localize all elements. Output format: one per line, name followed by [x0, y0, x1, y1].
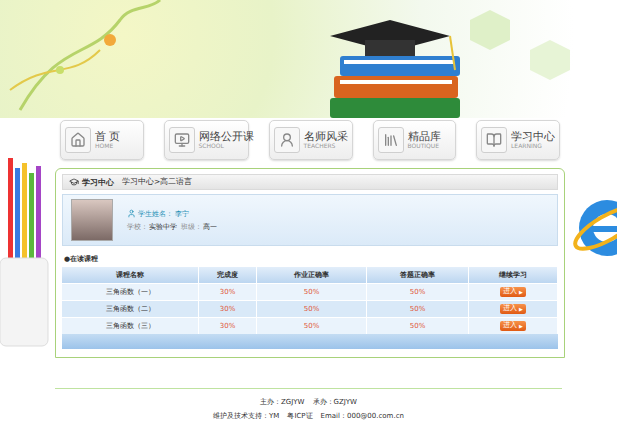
nav-en: LEARNING	[511, 143, 555, 150]
nav-item[interactable]: 学习中心LEARNING	[476, 120, 560, 160]
nav-item[interactable]: 网络公开课SCHOOL	[164, 120, 249, 160]
nav-icon	[274, 127, 300, 153]
nav-en: TEACHERS	[304, 143, 348, 150]
nav-icon	[65, 127, 91, 153]
nav-icon	[169, 127, 195, 153]
student-photo	[71, 199, 113, 241]
footer-text: 维护及技术支持：YM	[213, 411, 279, 421]
nav-icon	[378, 127, 404, 153]
student-school: 学校：实验中学 班级：高一	[127, 222, 217, 232]
column-header: 完成度	[199, 267, 257, 283]
enter-button[interactable]: 进入▶	[500, 304, 526, 314]
nav-en: HOME	[95, 143, 121, 150]
nav-label: 学习中心	[511, 131, 555, 143]
student-card: 学生姓名：李宁学校：实验中学 班级：高一	[62, 194, 558, 246]
main-nav: 首 页HOME 网络公开课SCHOOL 名师风采TEACHERS 精品库BOUTIQU…	[55, 118, 565, 162]
footer: 主办：ZGJYW 承办：GZJYW 维护及技术支持：YM 粤ICP证 Email：000…	[55, 388, 562, 421]
course-table: 课程名称完成度作业正确率答题正确率继续学习三角函数（一）30%50%50%进入▶…	[62, 267, 558, 334]
cap-icon	[69, 177, 79, 187]
course-name: 三角函数（二）	[62, 300, 199, 317]
panel-header: 学习中心学习中心>高二语言	[62, 174, 558, 190]
nav-label: 首 页	[95, 131, 121, 143]
homework-cell: 50%	[257, 300, 367, 317]
enter-button[interactable]: 进入▶	[500, 287, 526, 297]
pencil-cup-icon	[0, 158, 50, 348]
page: 首 页HOME 网络公开课SCHOOL 名师风采TEACHERS 精品库BOUTIQU…	[0, 0, 617, 424]
nav-icon	[481, 127, 507, 153]
nav-en: BOUTIQUE	[408, 143, 441, 150]
homework-cell: 50%	[257, 317, 367, 334]
pencil-cup	[0, 118, 55, 388]
table-footer-bar	[62, 334, 558, 349]
panel-title: 学习中心	[69, 177, 114, 188]
nav-item[interactable]: 名师风采TEACHERS	[269, 120, 353, 160]
footer-text: 主办：ZGJYW	[260, 397, 304, 407]
nav-item[interactable]: 首 页HOME	[60, 120, 144, 160]
enter-button[interactable]: 进入▶	[500, 321, 526, 331]
footer-text: 粤ICP证	[287, 411, 312, 421]
answers-cell: 50%	[367, 300, 469, 317]
answers-cell: 50%	[367, 283, 469, 300]
nav-en: SCHOOL	[199, 143, 254, 150]
column-header: 课程名称	[62, 267, 199, 283]
section-title: ●在读课程	[64, 254, 558, 264]
user-icon	[127, 209, 136, 218]
course-name: 三角函数（一）	[62, 283, 199, 300]
course-name: 三角函数（三）	[62, 317, 199, 334]
arrow-icon: ▶	[519, 306, 523, 312]
completion-cell: 30%	[199, 300, 257, 317]
ie-logo-icon	[567, 188, 617, 268]
column-header: 继续学习	[469, 267, 558, 283]
column-header: 作业正确率	[257, 267, 367, 283]
breadcrumb: 学习中心>高二语言	[122, 177, 192, 187]
column-header: 答题正确率	[367, 267, 469, 283]
nav-item[interactable]: 精品库BOUTIQUE	[373, 120, 457, 160]
nav-label: 网络公开课	[199, 131, 254, 143]
nav-label: 精品库	[408, 131, 441, 143]
footer-text: Email：000@00.com.cn	[321, 411, 404, 421]
completion-cell: 30%	[199, 283, 257, 300]
completion-cell: 30%	[199, 317, 257, 334]
arrow-icon: ▶	[519, 289, 523, 295]
answers-cell: 50%	[367, 317, 469, 334]
banner	[0, 0, 617, 118]
footer-text: 承办：GZJYW	[313, 397, 357, 407]
homework-cell: 50%	[257, 283, 367, 300]
action-cell: 进入▶	[469, 300, 558, 317]
action-cell: 进入▶	[469, 283, 558, 300]
banner-art-icon	[0, 0, 617, 118]
student-name: 学生姓名：李宁	[127, 209, 217, 219]
nav-label: 名师风采	[304, 131, 348, 143]
arrow-icon: ▶	[519, 323, 523, 329]
action-cell: 进入▶	[469, 317, 558, 334]
learning-panel: 学习中心学习中心>高二语言学生姓名：李宁学校：实验中学 班级：高一 ●在读课程课程…	[55, 168, 565, 358]
ie-logo	[565, 118, 617, 388]
